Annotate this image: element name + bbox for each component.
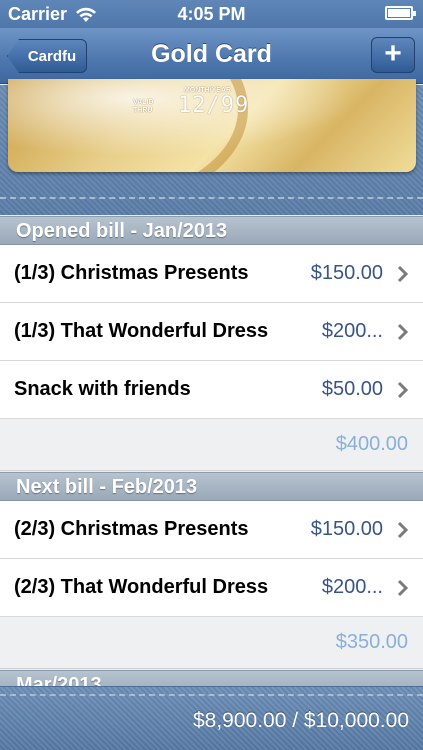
chevron-right-icon bbox=[397, 265, 409, 283]
credit-limit-text: $8,900.00 / $10,000.00 bbox=[192, 709, 409, 732]
battery-icon bbox=[385, 6, 416, 20]
row-amount: $150.00 bbox=[310, 262, 383, 284]
row-title: (1/3) That Wonderful Dress bbox=[14, 320, 269, 342]
chevron-right-icon bbox=[397, 579, 409, 597]
row-amount: $200... bbox=[321, 320, 383, 342]
row-title: (2/3) That Wonderful Dress bbox=[14, 576, 269, 598]
section-total-row: $400.00 bbox=[0, 419, 423, 471]
section-header-next-bill: Next bill - Feb/2013 bbox=[0, 472, 423, 501]
section-total-amount: $400.00 bbox=[335, 433, 408, 455]
card-expiry-date: 12/99 bbox=[178, 93, 250, 118]
chevron-right-icon bbox=[397, 323, 409, 341]
table-row[interactable]: (1/3) Christmas Presents $150.00 bbox=[0, 245, 423, 303]
table-row[interactable]: (2/3) That Wonderful Dress $200... bbox=[0, 559, 423, 617]
credit-card-image[interactable]: VALID THRU MONTH/YEAR 12/99 bbox=[8, 79, 416, 172]
row-amount: $200... bbox=[321, 576, 383, 598]
card-header-area: VALID THRU MONTH/YEAR 12/99 bbox=[0, 79, 423, 215]
row-title: (1/3) Christmas Presents bbox=[14, 262, 249, 284]
row-title: Snack with friends bbox=[14, 378, 191, 400]
section-header-opened-bill: Opened bill - Jan/2013 bbox=[0, 216, 423, 245]
table-row[interactable]: Snack with friends $50.00 bbox=[0, 361, 423, 419]
row-title: (2/3) Christmas Presents bbox=[14, 518, 249, 540]
table-row[interactable]: (1/3) That Wonderful Dress $200... bbox=[0, 303, 423, 361]
status-time: 4:05 PM bbox=[177, 4, 246, 24]
chevron-right-icon bbox=[397, 521, 409, 539]
section-total-row: $350.00 bbox=[0, 617, 423, 669]
table-row[interactable]: (2/3) Christmas Presents $150.00 bbox=[0, 501, 423, 559]
card-valid-thru-label: VALID THRU bbox=[133, 99, 154, 114]
bottom-balance-bar: $8,900.00 / $10,000.00 bbox=[0, 686, 423, 750]
denim-stitch bbox=[0, 694, 423, 696]
row-amount: $150.00 bbox=[310, 518, 383, 540]
page-title: Gold Card bbox=[151, 40, 272, 68]
status-bar: Carrier 4:05 PM bbox=[0, 0, 423, 28]
denim-stitch bbox=[0, 197, 423, 199]
chevron-right-icon bbox=[397, 381, 409, 399]
back-button[interactable]: Cardfu bbox=[7, 39, 87, 73]
row-amount: $50.00 bbox=[321, 378, 383, 400]
section-total-amount: $350.00 bbox=[335, 631, 408, 653]
add-button[interactable]: + bbox=[371, 37, 415, 73]
navigation-bar: Cardfu Gold Card + bbox=[0, 28, 423, 84]
